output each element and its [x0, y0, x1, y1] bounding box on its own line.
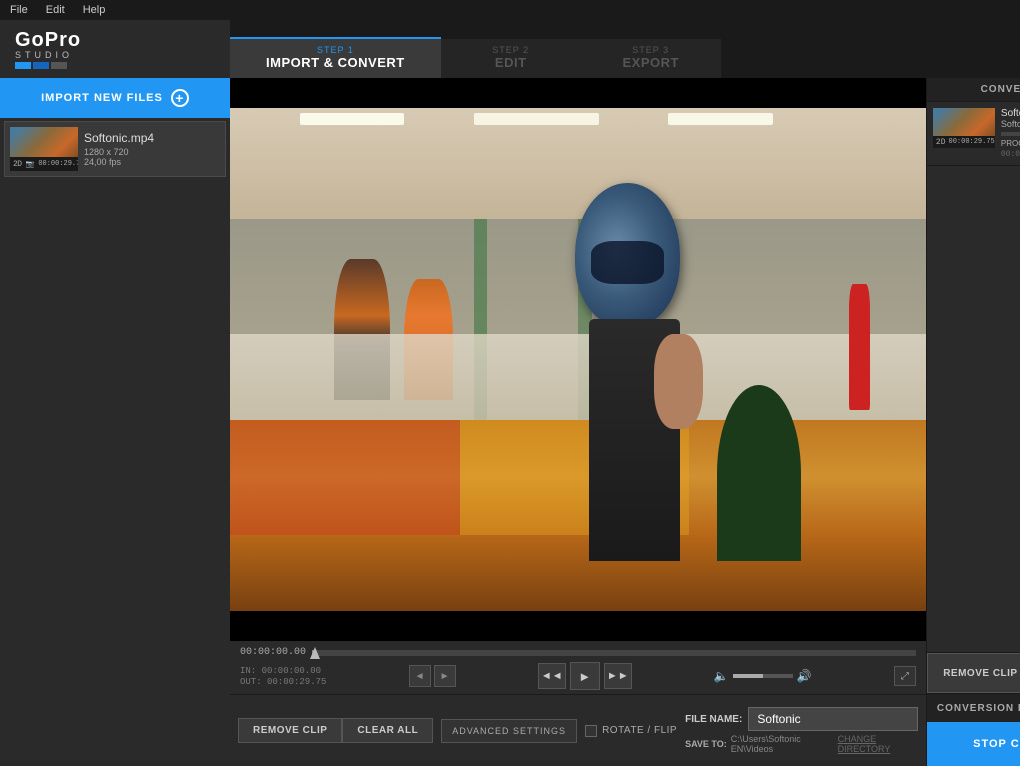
- volume-slider[interactable]: [733, 674, 793, 678]
- file-list-item[interactable]: 2D 📷 00:00:29.75 Softonic.mp4 1280 x 720…: [4, 121, 226, 177]
- step-2-tab[interactable]: STEP 2 EDIT: [441, 39, 581, 78]
- conv-elapsed: 00:00:00.00: [1001, 150, 1020, 159]
- rotate-flip-checkbox[interactable]: [585, 725, 597, 737]
- conv-filename: Softonic.mp4: [1001, 108, 1020, 119]
- stop-conversion-button[interactable]: STOP CONVERSION: [927, 722, 1020, 766]
- step1-num: STEP 1: [266, 45, 405, 55]
- conv-progress-bar: [1001, 132, 1020, 136]
- step1-name: IMPORT & CONVERT: [266, 55, 405, 70]
- conv-thumb-duration: 00:00:29.75: [949, 138, 995, 146]
- out-point-display: OUT: 00:00:29.75: [240, 677, 326, 687]
- right-remove-clip-button[interactable]: REMOVE CLIP: [927, 653, 1020, 693]
- filename-input[interactable]: [748, 707, 918, 731]
- conversion-details-label: CONVERSION DETAILS: [937, 703, 1020, 714]
- play-btn[interactable]: ►: [570, 662, 600, 690]
- thumb-badge-2d: 2D: [13, 160, 22, 169]
- next-frame-btn[interactable]: ►: [434, 665, 456, 687]
- filename-label: FILE NAME:: [685, 714, 742, 725]
- remove-clip-button[interactable]: REMOVE CLIP: [238, 718, 342, 743]
- conversion-details-bar[interactable]: CONVERSION DETAILS ▲: [927, 693, 1020, 722]
- studio-text: STUDIO: [15, 50, 81, 60]
- menu-file[interactable]: File: [10, 4, 28, 16]
- step3-name: EXPORT: [621, 55, 681, 70]
- file-resolution: 1280 x 720: [84, 147, 154, 157]
- conversion-item-meta: Softonic.mp4 Softonic.avi PROCESSING 0% …: [1001, 108, 1020, 159]
- gopro-logo: GoPro STUDIO: [15, 30, 81, 69]
- rotate-flip-label: ROTATE / FLIP: [602, 725, 677, 736]
- current-time-display: 00:00:00.00: [240, 647, 306, 658]
- logo-bars: [15, 62, 81, 69]
- file-name-label: Softonic.mp4: [84, 131, 154, 145]
- import-label: IMPORT NEW FILES: [41, 92, 163, 104]
- thumb-duration: 00:00:29.75: [38, 160, 78, 168]
- timeline-scrubber[interactable]: [312, 650, 916, 656]
- change-directory-btn[interactable]: CHANGE DIRECTORY: [838, 734, 919, 754]
- volume-icon: 🔈: [714, 669, 729, 683]
- saveto-label: SAVE TO:: [685, 739, 727, 749]
- forward-btn[interactable]: ►►: [604, 663, 632, 689]
- conversion-list-item[interactable]: 2D 00:00:29.75 Softonic.mp4 Softonic.avi…: [927, 102, 1020, 166]
- video-player[interactable]: [230, 78, 926, 641]
- file-fps: 24,00 fps: [84, 157, 154, 167]
- in-point-display: IN: 00:00:00.00: [240, 666, 326, 676]
- step-3-tab[interactable]: STEP 3 EXPORT: [581, 39, 721, 78]
- processing-label: PROCESSING: [1001, 139, 1020, 148]
- prev-frame-btn[interactable]: ◄: [409, 665, 431, 687]
- volume-max-icon: 🔊: [797, 669, 812, 683]
- menu-help[interactable]: Help: [83, 4, 106, 16]
- advanced-settings-button[interactable]: ADVANCED SETTINGS: [441, 719, 577, 743]
- bottom-toolbar: REMOVE CLIP CLEAR ALL ADVANCED SETTINGS …: [230, 694, 926, 766]
- step2-name: EDIT: [481, 55, 541, 70]
- conversion-list-header: CONVERSION LIST: [927, 78, 1020, 102]
- right-action-buttons: REMOVE CLIP CLEAR ALL: [927, 652, 1020, 693]
- saveto-path: C:\Users\Softonic EN\Videos: [731, 734, 830, 754]
- conv-thumb-badge: 2D: [936, 138, 946, 147]
- menu-edit[interactable]: Edit: [46, 4, 65, 16]
- conv-progress-labels: PROCESSING 0%: [1001, 139, 1020, 148]
- file-thumbnail: 2D 📷 00:00:29.75: [10, 127, 78, 171]
- import-plus-icon: +: [171, 89, 189, 107]
- clear-all-button[interactable]: CLEAR ALL: [342, 718, 433, 743]
- gopro-text: GoPro: [15, 30, 81, 50]
- timeline-area: 00:00:00.00 IN: 00:00:00.00 OUT: 00:00:2…: [230, 641, 926, 694]
- step2-num: STEP 2: [481, 45, 541, 55]
- conv-output: Softonic.avi: [1001, 119, 1020, 129]
- timeline-handle: [310, 647, 320, 659]
- rewind-btn[interactable]: ◄◄: [538, 663, 566, 689]
- conv-time-row: 00:00:00.00 | 00:00:29.75: [1001, 150, 1020, 159]
- step3-num: STEP 3: [621, 45, 681, 55]
- import-new-files-button[interactable]: IMPORT NEW FILES +: [0, 78, 230, 118]
- fullscreen-btn[interactable]: ⤢: [894, 666, 916, 686]
- conversion-item-thumbnail: 2D 00:00:29.75: [933, 108, 995, 148]
- camera-icon: 📷: [26, 160, 35, 168]
- file-meta: Softonic.mp4 1280 x 720 24,00 fps: [84, 131, 154, 167]
- step-1-tab[interactable]: STEP 1 IMPORT & CONVERT: [230, 37, 441, 78]
